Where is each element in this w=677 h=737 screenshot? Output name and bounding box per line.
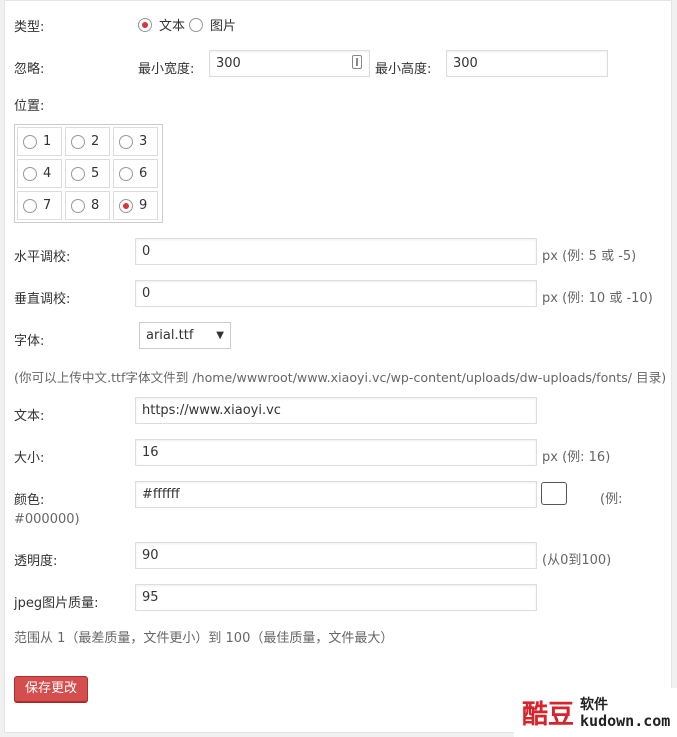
position-cell-label: 9 bbox=[139, 198, 148, 213]
position-radio-6[interactable] bbox=[119, 166, 133, 181]
watermark-soft: 软件 bbox=[580, 696, 609, 713]
type-label: 类型: bbox=[14, 20, 45, 35]
h-adjust-label: 水平调校: bbox=[14, 250, 71, 265]
font-select[interactable]: arial.ttf ▼ bbox=[139, 322, 231, 349]
opacity-label: 透明度: bbox=[14, 554, 58, 569]
jpeg-input[interactable]: 95 bbox=[135, 584, 537, 611]
color-swatch[interactable] bbox=[541, 482, 567, 505]
watermark-text: 软件 kudown.com bbox=[580, 697, 670, 729]
min-height-label: 最小高度: bbox=[375, 62, 432, 77]
font-label: 字体: bbox=[14, 334, 45, 349]
position-cell-label: 7 bbox=[43, 198, 52, 213]
min-height-input[interactable]: 300 bbox=[446, 50, 608, 77]
chevron-down-icon: ▼ bbox=[216, 330, 224, 341]
type-text-label: 文本 bbox=[159, 19, 186, 34]
position-cell-1[interactable]: 1 bbox=[17, 127, 62, 156]
position-cell-6[interactable]: 6 bbox=[113, 159, 158, 188]
save-button[interactable]: 保存更改 bbox=[14, 676, 88, 702]
position-cell-8[interactable]: 8 bbox=[65, 191, 110, 220]
position-radio-3[interactable] bbox=[119, 134, 133, 149]
watermark-domain: kudown.com bbox=[580, 711, 671, 730]
position-cell-5[interactable]: 5 bbox=[65, 159, 110, 188]
position-cell-label: 1 bbox=[43, 134, 52, 149]
position-cell-label: 8 bbox=[91, 198, 100, 213]
position-cell-label: 6 bbox=[139, 166, 148, 181]
color-note-b: #000000) bbox=[14, 512, 80, 527]
min-width-input[interactable]: 300 bbox=[209, 50, 370, 77]
color-label: 颜色: bbox=[14, 493, 45, 508]
min-width-label: 最小宽度: bbox=[138, 62, 195, 77]
position-radio-2[interactable] bbox=[71, 134, 85, 149]
position-grid: 1 2 3 4 5 6 7 8 9 bbox=[14, 124, 163, 223]
size-label: 大小: bbox=[14, 451, 45, 466]
size-note: px (例: 16) bbox=[542, 450, 611, 465]
color-note-a: (例: bbox=[600, 492, 623, 507]
type-image-label: 图片 bbox=[210, 19, 237, 34]
opacity-note: (从0到100) bbox=[542, 553, 612, 568]
position-label: 位置: bbox=[14, 99, 45, 114]
h-adjust-note: px (例: 5 或 -5) bbox=[542, 249, 637, 264]
position-cell-label: 2 bbox=[91, 134, 100, 149]
opacity-input[interactable]: 90 bbox=[135, 542, 537, 569]
jpeg-label: jpeg图片质量: bbox=[14, 596, 99, 611]
position-cell-7[interactable]: 7 bbox=[17, 191, 62, 220]
watermark-logo: 酷豆 bbox=[522, 700, 575, 730]
position-cell-4[interactable]: 4 bbox=[17, 159, 62, 188]
type-options: 文本 图片 bbox=[138, 15, 236, 34]
text-input[interactable]: https://www.xiaoyi.vc bbox=[135, 397, 537, 424]
ignore-label: 忽略: bbox=[14, 62, 45, 77]
position-cell-label: 3 bbox=[139, 134, 148, 149]
kudown-watermark: 酷豆 软件 kudown.com bbox=[514, 688, 677, 737]
v-adjust-label: 垂直调校: bbox=[14, 292, 71, 307]
position-cell-9[interactable]: 9 bbox=[113, 191, 158, 220]
type-text-radio[interactable] bbox=[138, 17, 152, 32]
v-adjust-input[interactable]: 0 bbox=[135, 280, 537, 307]
position-radio-5[interactable] bbox=[71, 166, 85, 181]
position-radio-9[interactable] bbox=[119, 198, 133, 213]
h-adjust-input[interactable]: 0 bbox=[135, 238, 537, 265]
position-radio-1[interactable] bbox=[23, 134, 37, 149]
position-cell-2[interactable]: 2 bbox=[65, 127, 110, 156]
v-adjust-note: px (例: 10 或 -10) bbox=[542, 291, 653, 306]
font-select-value: arial.ttf bbox=[146, 328, 194, 343]
jpeg-note: 范围从 1（最差质量，文件更小）到 100（最佳质量，文件最大） bbox=[14, 631, 394, 646]
font-note: (你可以上传中文.ttf字体文件到 /home/wwwroot/www.xiao… bbox=[14, 370, 667, 385]
position-cell-3[interactable]: 3 bbox=[113, 127, 158, 156]
position-cell-label: 5 bbox=[91, 166, 100, 181]
text-label: 文本: bbox=[14, 409, 45, 424]
color-input[interactable]: #ffffff bbox=[135, 481, 537, 508]
position-radio-4[interactable] bbox=[23, 166, 37, 181]
size-input[interactable]: 16 bbox=[135, 439, 537, 466]
type-image-radio[interactable] bbox=[189, 17, 204, 32]
position-radio-8[interactable] bbox=[71, 198, 85, 213]
spinner-icon[interactable] bbox=[352, 55, 362, 69]
position-cell-label: 4 bbox=[43, 166, 52, 181]
position-radio-7[interactable] bbox=[23, 198, 37, 213]
